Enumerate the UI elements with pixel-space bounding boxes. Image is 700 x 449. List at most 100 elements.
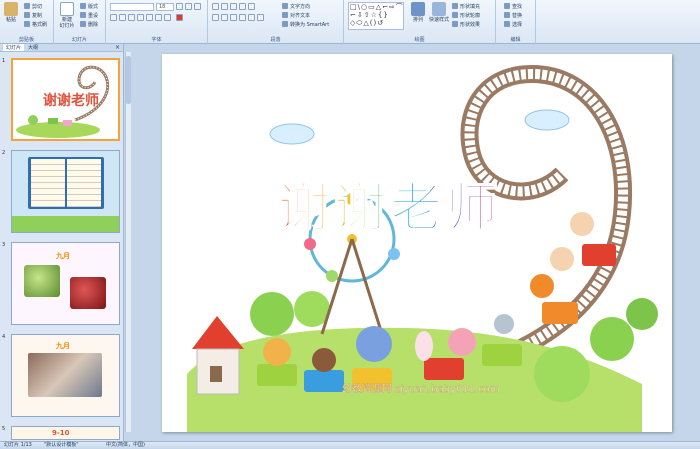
paste-icon [4,2,18,16]
reset-icon [80,12,86,18]
line-spacing-icon[interactable] [248,3,255,10]
columns-icon[interactable] [257,14,264,21]
find-button[interactable]: 查找 [504,2,522,10]
font-color-icon[interactable] [176,14,183,21]
shape-effects-button[interactable]: 形状效果 [452,20,480,28]
align-right-icon[interactable] [230,14,237,21]
status-bar: 幻灯片 1/13 "默认设计模板" 中文(简体，中国) [0,441,700,449]
grow-font-icon[interactable] [176,3,183,10]
elephant [356,326,392,362]
format-painter-button[interactable]: 格式刷 [24,20,47,28]
smartart-button[interactable]: 转换为 SmartArt [282,20,329,28]
align-text-button[interactable]: 对齐文本 [282,11,310,19]
train-car [482,344,522,366]
brush-icon [24,21,30,27]
font-size-select[interactable]: 18 [156,3,174,11]
tab-slides[interactable]: 幻灯片 [3,44,25,51]
copy-button[interactable]: 复制 [24,11,42,19]
editing-group: 查找 替换 选择 编辑 [496,0,536,44]
cut-button[interactable]: 剪切 [24,2,42,10]
bush [250,292,294,336]
train-car [424,358,464,380]
dog [312,348,336,372]
distribute-icon[interactable] [248,14,255,21]
language-status: 中文(简体，中国) [106,442,145,448]
slide-illustration: 谢谢老师 幼教资源网 ziyuan.baby611.com [187,64,658,432]
cloud [269,123,315,145]
align-center-icon[interactable] [221,14,228,21]
align-left-icon[interactable] [212,14,219,21]
spacing-icon[interactable] [155,14,162,21]
case-icon[interactable] [164,14,171,21]
tab-outline[interactable]: 大纲 [25,44,41,51]
slides-group: 新建 幻灯片 版式 重设 删除 幻灯片 [54,0,106,44]
slide-canvas[interactable]: 谢谢老师 幼教资源网 ziyuan.baby611.com [162,54,672,432]
drawing-label: 绘图 [414,37,425,43]
scroll-thumb[interactable] [126,56,131,104]
bold-icon[interactable] [110,14,117,21]
shadow-icon[interactable] [146,14,153,21]
quick-styles-button[interactable]: 快速样式 [428,2,450,23]
child [550,247,574,271]
paste-button[interactable]: 粘贴 [2,2,20,23]
replace-button[interactable]: 替换 [504,11,522,19]
slide-thumbnail-1[interactable]: 谢谢老师 [11,58,120,141]
panel-scrollbar[interactable] [125,52,131,432]
shrink-font-icon[interactable] [185,3,192,10]
theme-name: "默认设计模板" [44,442,79,448]
cursor-icon [504,21,510,27]
slide-thumbnail-4[interactable]: 九月 [11,334,120,417]
text-direction-button[interactable]: 文字方向 [282,2,310,10]
numbering-icon[interactable] [221,3,228,10]
copy-icon [24,12,30,18]
strikethrough-icon[interactable] [137,14,144,21]
slides-label: 幻灯片 [71,37,87,43]
slide-number: 3 [2,242,6,248]
clipboard-group: 粘贴 剪切 复制 格式刷 剪贴板 [0,0,54,44]
slide-1-thumb-title: 谢谢老师 [43,92,99,109]
font-group: 18 字体 [106,0,208,44]
font-name-select[interactable] [110,3,154,11]
slide-thumbnail-5[interactable]: 9-10 [11,426,120,440]
select-button[interactable]: 选择 [504,20,522,28]
layout-icon [80,3,86,9]
panel-tabs: 幻灯片 大纲 × [0,44,123,52]
shape-outline-button[interactable]: 形状轮廓 [452,11,480,19]
bullets-icon[interactable] [212,3,219,10]
slide-5-thumb-title: 9-10 [52,429,70,437]
slide-title: 谢谢老师 [278,179,502,239]
fruit-image-red [70,277,106,309]
layout-button[interactable]: 版式 [80,2,98,10]
child [570,212,594,236]
rabbit [415,331,433,361]
editing-label: 编辑 [510,37,521,43]
shapes-gallery[interactable]: □\○▭△⌐⇨⌒ ⌐⇩⇧☆{} ◇⬭△()↺ [348,2,404,30]
fruit-image-green [24,265,60,297]
slide-thumbnail-2[interactable] [11,150,120,233]
delete-button[interactable]: 删除 [80,20,98,28]
outline-icon [452,12,458,18]
grass-strip [12,216,119,232]
clear-format-icon[interactable] [194,3,201,10]
slides-panel: 幻灯片 大纲 × 1 谢谢老师 2 3 九月 4 九月 5 9-10 [0,44,124,441]
italic-icon[interactable] [119,14,126,21]
close-icon[interactable]: × [115,44,120,52]
replace-icon [504,12,510,18]
text-direction-icon [282,3,288,9]
bush [626,298,658,330]
slide-1-preview: 谢谢老师 [16,65,110,138]
slide-number: 5 [2,426,6,432]
house-roof [192,316,244,349]
mouse [494,314,514,334]
reset-button[interactable]: 重设 [80,11,98,19]
shape-fill-button[interactable]: 形状填充 [452,2,480,10]
new-slide-button[interactable]: 新建 幻灯片 [57,2,77,29]
clipboard-label: 剪贴板 [18,37,34,43]
arrange-button[interactable]: 排列 [410,2,426,23]
slide-thumbnail-3[interactable]: 九月 [11,242,120,325]
justify-icon[interactable] [239,14,246,21]
underline-icon[interactable] [128,14,135,21]
decrease-indent-icon[interactable] [230,3,237,10]
smartart-icon [282,21,288,27]
increase-indent-icon[interactable] [239,3,246,10]
